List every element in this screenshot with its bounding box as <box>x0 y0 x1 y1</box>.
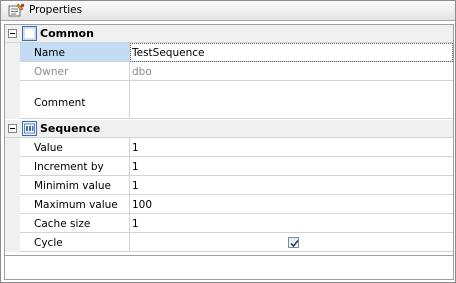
collapse-icon[interactable] <box>8 29 17 38</box>
properties-icon <box>7 3 25 18</box>
property-row-cache[interactable]: Cache size 1 <box>5 214 453 233</box>
minimum-input[interactable]: 1 <box>130 176 453 195</box>
property-label: Value <box>34 142 63 154</box>
property-grid: Common Name TestSequence Owner dbo Comme… <box>4 24 454 256</box>
properties-titlebar: Properties <box>1 1 455 21</box>
property-row-value[interactable]: Value 1 <box>5 138 453 157</box>
property-row-comment[interactable]: Comment <box>5 81 453 119</box>
collapse-icon[interactable] <box>8 124 17 133</box>
property-row-cycle[interactable]: Cycle <box>5 233 453 252</box>
property-label: Cycle <box>34 237 63 249</box>
property-label: Cache size <box>34 218 91 230</box>
category-label: Common <box>40 27 94 40</box>
property-row-increment[interactable]: Increment by 1 <box>5 157 453 176</box>
value-input[interactable]: 1 <box>130 138 453 157</box>
category-sequence[interactable]: Sequence <box>5 120 453 138</box>
properties-window: Properties Common Name TestSequence Owne… <box>0 0 456 283</box>
cycle-checkbox[interactable] <box>288 237 299 248</box>
property-label: Name <box>34 47 65 59</box>
cache-input[interactable]: 1 <box>130 214 453 233</box>
property-label: Minimim value <box>34 180 111 192</box>
property-label: Maximum value <box>34 199 118 211</box>
sequence-category-icon <box>22 121 37 136</box>
category-common[interactable]: Common <box>5 25 453 43</box>
increment-input[interactable]: 1 <box>130 157 453 176</box>
property-value[interactable]: 1 <box>132 142 139 154</box>
category-label: Sequence <box>40 122 101 135</box>
property-value[interactable]: TestSequence <box>132 47 204 59</box>
property-value[interactable]: 1 <box>132 218 139 230</box>
property-row-owner: Owner dbo <box>5 62 453 81</box>
property-label: Comment <box>34 97 86 109</box>
comment-value-input[interactable] <box>130 81 453 119</box>
property-value[interactable]: 1 <box>132 180 139 192</box>
description-pane <box>4 256 454 280</box>
checkmark-icon <box>290 239 299 248</box>
property-row-minimum[interactable]: Minimim value 1 <box>5 176 453 195</box>
property-row-name[interactable]: Name TestSequence <box>5 43 453 62</box>
property-row-maximum[interactable]: Maximum value 100 <box>5 195 453 214</box>
maximum-input[interactable]: 100 <box>130 195 453 214</box>
common-category-icon <box>22 26 37 41</box>
property-value[interactable]: 100 <box>132 199 152 211</box>
property-value[interactable]: 1 <box>132 161 139 173</box>
property-label: Owner <box>34 66 69 78</box>
panel-title: Properties <box>29 4 83 16</box>
property-value: dbo <box>132 66 152 78</box>
property-label: Increment by <box>34 161 104 173</box>
